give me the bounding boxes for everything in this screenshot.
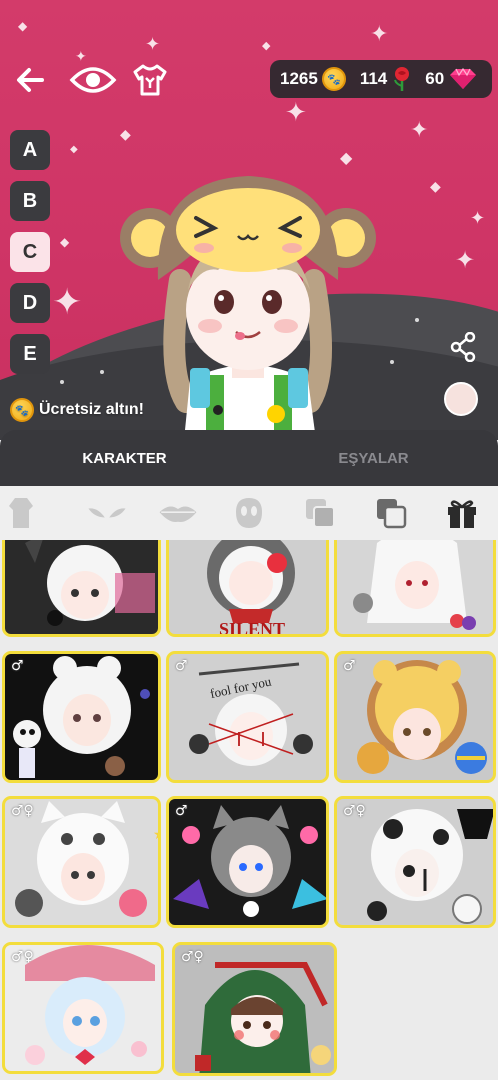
sparkle-icon: ◆ xyxy=(120,127,131,143)
snow-dot xyxy=(415,318,419,322)
gold-coin-icon: 🐾 xyxy=(10,398,34,422)
sparkle-icon: ◆ xyxy=(60,235,70,249)
sparkle-icon: ✦ xyxy=(52,282,83,323)
layers-icon xyxy=(306,499,336,528)
sparkle-icon: ✦ xyxy=(410,118,429,143)
main-tab-bar: KARAKTER EŞYALAR xyxy=(0,430,498,486)
preset-thumbnail: fool for you xyxy=(189,662,313,766)
gold-coin-icon: 🐾 xyxy=(321,67,346,91)
preset-card[interactable] xyxy=(334,540,496,637)
slot-a-button[interactable]: A xyxy=(10,130,50,170)
free-gold-button[interactable]: 🐾 Ücretsiz altın! xyxy=(10,398,144,422)
character-preview-scene: ◆ ✦ ✦ ◆ ✦ ✦ ◆ ◆ ✦ ◆ ✦ ✦ ◆ ✦ ◆ 1265 🐾 114 xyxy=(0,0,498,440)
body-icon xyxy=(8,498,33,528)
sparkle-icon: ✦ xyxy=(285,98,307,128)
shirt-icon xyxy=(133,64,167,96)
category-layer-2[interactable] xyxy=(371,493,411,533)
category-gift[interactable] xyxy=(442,493,482,533)
preset-card[interactable]: ♂ xyxy=(334,651,496,783)
sparkle-icon: ✦ xyxy=(470,208,486,229)
slot-d-button[interactable]: D xyxy=(10,283,50,323)
sparkle-icon: ✦ xyxy=(145,34,161,55)
currency-panel: 1265 🐾 114 60 xyxy=(270,60,492,98)
preset-thumbnail xyxy=(13,656,150,778)
slot-b-button[interactable]: B xyxy=(10,181,50,221)
category-layer-1[interactable] xyxy=(300,493,340,533)
outfit-button[interactable] xyxy=(128,58,172,102)
character-avatar xyxy=(120,176,376,440)
tab-esyalar[interactable]: EŞYALAR xyxy=(249,430,498,486)
category-bar xyxy=(0,486,498,540)
preset-card[interactable]: SILENT xyxy=(166,540,329,637)
skin-color-picker[interactable] xyxy=(444,382,478,416)
preset-thumbnail: ★ xyxy=(15,801,161,917)
layers-alt-icon xyxy=(377,499,407,529)
preview-eye-button[interactable] xyxy=(68,58,118,102)
snow-dot xyxy=(60,380,64,384)
preset-thumbnail xyxy=(353,540,476,630)
rose-count: 114 xyxy=(359,69,388,88)
category-lips[interactable] xyxy=(158,493,198,533)
category-body[interactable] xyxy=(8,493,56,533)
face-mask-icon xyxy=(235,498,262,528)
preset-card[interactable]: ♂♀ ★ xyxy=(2,796,161,928)
gem-count: 60 xyxy=(425,69,445,88)
preset-thumbnail: SILENT xyxy=(207,540,295,637)
gift-icon xyxy=(448,500,477,528)
preset-card[interactable]: ♂ fool for you xyxy=(166,651,329,783)
category-eyes[interactable] xyxy=(87,493,127,533)
preset-card[interactable] xyxy=(2,540,161,637)
sparkle-icon: ◆ xyxy=(70,144,78,155)
snow-dot xyxy=(390,360,394,364)
preset-thumbnail xyxy=(357,660,487,774)
rose-icon xyxy=(394,67,410,91)
sparkle-icon: ✦ xyxy=(370,22,389,47)
preset-card[interactable]: ♂♀ xyxy=(334,796,496,928)
preset-thumbnail xyxy=(173,805,326,917)
gem-icon xyxy=(450,67,477,89)
preset-card[interactable]: ♂ xyxy=(2,651,161,783)
free-gold-label: Ücretsiz altın! xyxy=(39,401,144,418)
preset-grid: SILENT ♂ ♂ fool for you ♂ ♂♀ ♂ ♂♀ ♂♀ ♂♀ xyxy=(0,540,498,1080)
slot-e-button[interactable]: E xyxy=(10,334,50,374)
preset-card[interactable]: ♂♀ xyxy=(2,942,164,1074)
preset-card[interactable]: ♂ xyxy=(166,796,329,928)
share-button[interactable] xyxy=(450,331,476,366)
sparkle-icon: ✦ xyxy=(455,246,476,274)
share-icon xyxy=(450,331,476,363)
eye-icon xyxy=(69,67,117,93)
snow-dot xyxy=(100,370,104,374)
preset-thumbnail xyxy=(25,945,155,1065)
category-face[interactable] xyxy=(229,493,269,533)
tab-karakter[interactable]: KARAKTER xyxy=(0,430,249,486)
preset-card[interactable]: ♂♀ xyxy=(172,942,337,1076)
back-button[interactable] xyxy=(8,58,52,102)
sparkle-icon: ◆ xyxy=(340,148,353,167)
slot-c-button[interactable]: C xyxy=(10,232,50,272)
svg-text:★: ★ xyxy=(153,827,161,843)
sparkle-icon: ◆ xyxy=(18,19,28,33)
lips-icon xyxy=(159,506,197,522)
character-slot-list: A B C D E xyxy=(10,130,50,385)
sparkle-icon: ◆ xyxy=(262,39,271,52)
preset-thumbnail xyxy=(195,962,331,1073)
arrow-left-icon xyxy=(17,68,44,92)
preset-thumbnail xyxy=(367,809,493,924)
eyes-icon xyxy=(88,508,126,518)
preset-thumbnail xyxy=(25,540,155,626)
gold-count: 1265 xyxy=(280,69,318,88)
svg-text:SILENT: SILENT xyxy=(219,619,285,637)
sparkle-icon: ◆ xyxy=(430,179,441,195)
